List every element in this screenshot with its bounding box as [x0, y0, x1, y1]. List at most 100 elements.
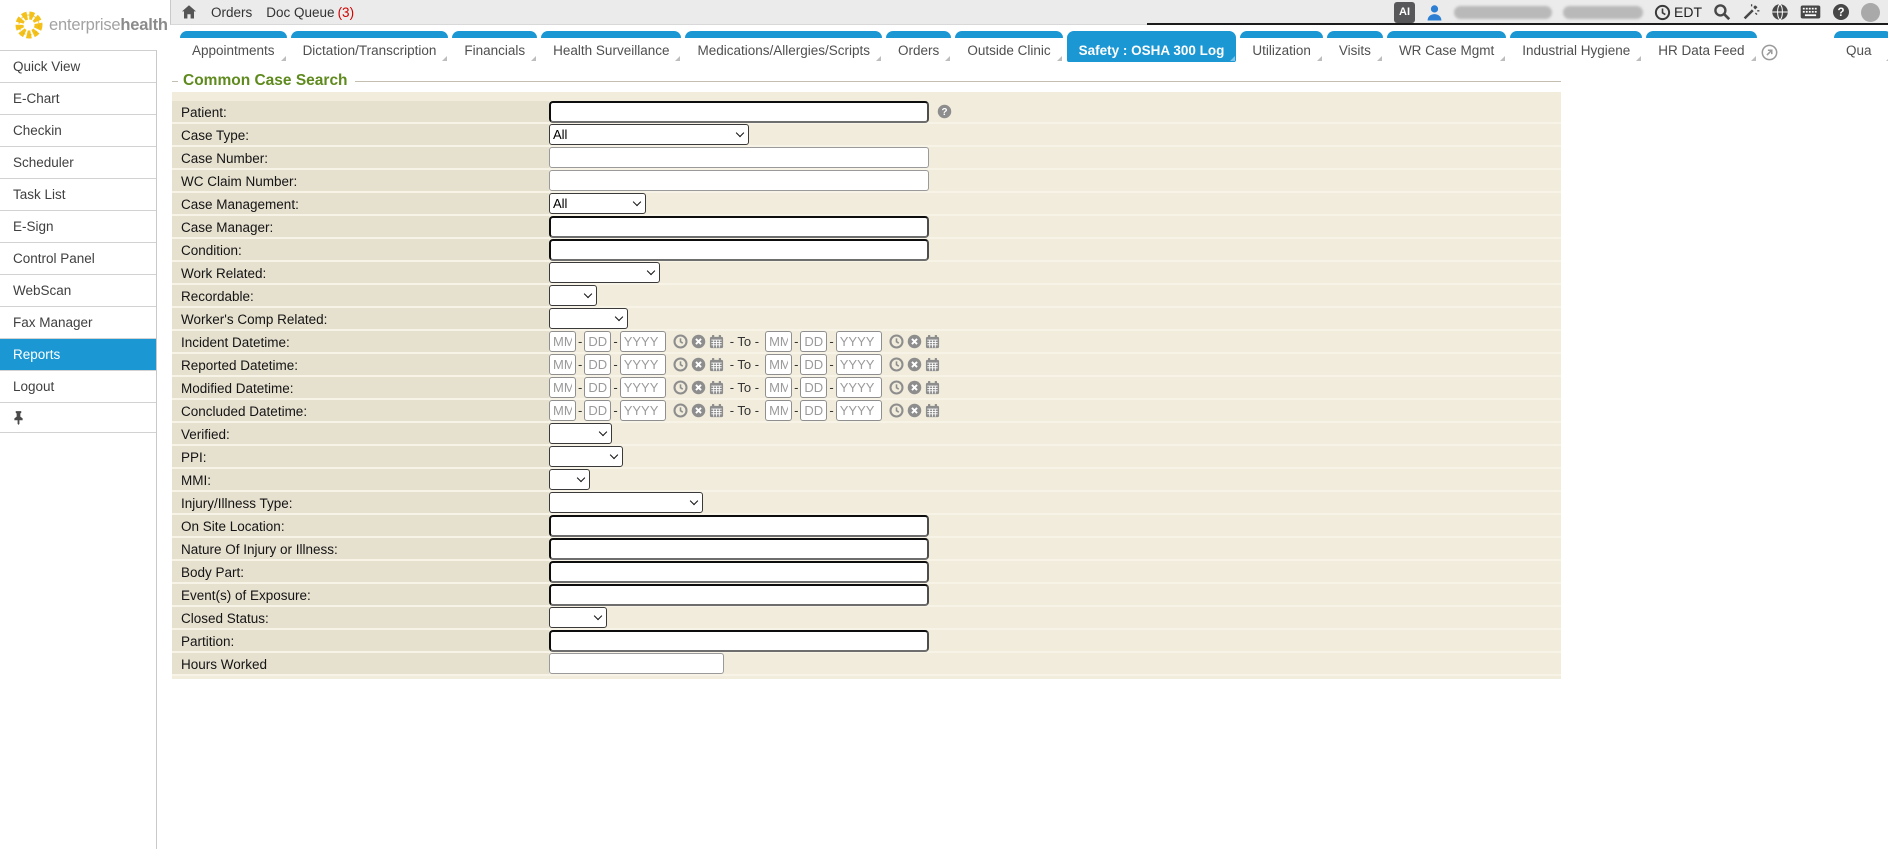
closed-status-select[interactable]	[549, 607, 607, 628]
timezone-indicator[interactable]: EDT	[1654, 4, 1702, 21]
patient-input[interactable]	[549, 101, 929, 123]
body-part-input[interactable]	[549, 561, 929, 583]
magic-wand-icon[interactable]	[1742, 3, 1760, 21]
clock-icon[interactable]	[889, 380, 904, 395]
sidebar-item-logout[interactable]: Logout	[0, 371, 156, 403]
tab-utilization[interactable]: Utilization	[1240, 31, 1323, 62]
case-management-select[interactable]: All	[549, 193, 646, 214]
clock-icon[interactable]	[889, 334, 904, 349]
sidebar-item-fax-manager[interactable]: Fax Manager	[0, 307, 156, 339]
clock-icon[interactable]	[673, 380, 688, 395]
help-icon[interactable]: ?	[1832, 3, 1850, 21]
tab-appointments[interactable]: Appointments	[180, 31, 287, 62]
clock-icon[interactable]	[673, 357, 688, 372]
recordable-select[interactable]	[549, 285, 597, 306]
calendar-icon[interactable]	[925, 357, 940, 372]
avatar[interactable]	[1861, 3, 1880, 22]
clear-icon[interactable]	[907, 380, 922, 395]
modified-datetime-from-dd-input[interactable]	[584, 377, 611, 398]
event-s-of-exposure-input[interactable]	[549, 584, 929, 606]
reported-datetime-from-yyyy-input[interactable]	[620, 354, 666, 375]
clear-icon[interactable]	[907, 403, 922, 418]
calendar-icon[interactable]	[709, 380, 724, 395]
tab-hr-data-feed[interactable]: HR Data Feed	[1646, 31, 1756, 62]
reported-datetime-to-yyyy-input[interactable]	[836, 354, 882, 375]
incident-datetime-to-yyyy-input[interactable]	[836, 331, 882, 352]
tab-safety-osha-300-log[interactable]: Safety : OSHA 300 Log	[1067, 31, 1237, 62]
calendar-icon[interactable]	[925, 334, 940, 349]
case-manager-input[interactable]	[549, 216, 929, 238]
reported-datetime-from-mm-input[interactable]	[549, 354, 576, 375]
sidebar-item-e-chart[interactable]: E-Chart	[0, 83, 156, 115]
field-help-icon[interactable]: ?	[937, 104, 952, 119]
tab-dictation-transcription[interactable]: Dictation/Transcription	[291, 31, 449, 62]
search-icon[interactable]	[1713, 3, 1731, 21]
app-logo[interactable]: enterprisehealth	[0, 0, 170, 50]
globe-icon[interactable]	[1771, 3, 1789, 21]
tab-qua[interactable]: Qua	[1834, 31, 1888, 62]
calendar-icon[interactable]	[709, 357, 724, 372]
worker-s-comp-related-select[interactable]	[549, 308, 628, 329]
tab-industrial-hygiene[interactable]: Industrial Hygiene	[1510, 31, 1642, 62]
clock-icon[interactable]	[889, 357, 904, 372]
wc-claim-number-input[interactable]	[549, 170, 929, 191]
sidebar-item-scheduler[interactable]: Scheduler	[0, 147, 156, 179]
reported-datetime-from-dd-input[interactable]	[584, 354, 611, 375]
on-site-location-input[interactable]	[549, 515, 929, 537]
modified-datetime-to-mm-input[interactable]	[765, 377, 792, 398]
case-type-select[interactable]: All	[549, 124, 749, 145]
nature-of-injury-or-illness-input[interactable]	[549, 538, 929, 560]
sidebar-item-control-panel[interactable]: Control Panel	[0, 243, 156, 275]
incident-datetime-to-dd-input[interactable]	[800, 331, 827, 352]
user-icon[interactable]	[1426, 4, 1443, 21]
sidebar-item-checkin[interactable]: Checkin	[0, 115, 156, 147]
calendar-icon[interactable]	[925, 380, 940, 395]
calendar-icon[interactable]	[709, 334, 724, 349]
concluded-datetime-to-dd-input[interactable]	[800, 400, 827, 421]
clear-icon[interactable]	[907, 334, 922, 349]
modified-datetime-to-dd-input[interactable]	[800, 377, 827, 398]
calendar-icon[interactable]	[925, 403, 940, 418]
concluded-datetime-to-mm-input[interactable]	[765, 400, 792, 421]
tab-health-surveillance[interactable]: Health Surveillance	[541, 31, 681, 62]
reported-datetime-to-dd-input[interactable]	[800, 354, 827, 375]
partition-input[interactable]	[549, 630, 929, 652]
modified-datetime-from-mm-input[interactable]	[549, 377, 576, 398]
sidebar-pin-toggle[interactable]	[0, 403, 156, 433]
tab-outside-clinic[interactable]: Outside Clinic	[955, 31, 1062, 62]
external-link-icon[interactable]	[1761, 44, 1778, 62]
sidebar-item-quick-view[interactable]: Quick View	[0, 51, 156, 83]
clear-icon[interactable]	[907, 357, 922, 372]
keyboard-icon[interactable]	[1800, 5, 1821, 19]
concluded-datetime-to-yyyy-input[interactable]	[836, 400, 882, 421]
nav-doc-queue[interactable]: Doc Queue(3)	[266, 5, 354, 20]
modified-datetime-from-yyyy-input[interactable]	[620, 377, 666, 398]
hours-worked-input[interactable]	[549, 653, 724, 674]
clock-icon[interactable]	[889, 403, 904, 418]
incident-datetime-from-yyyy-input[interactable]	[620, 331, 666, 352]
clear-icon[interactable]	[691, 334, 706, 349]
nav-orders[interactable]: Orders	[211, 5, 252, 20]
ai-badge[interactable]: AI	[1394, 2, 1415, 23]
verified-select[interactable]	[549, 423, 612, 444]
concluded-datetime-from-yyyy-input[interactable]	[620, 400, 666, 421]
modified-datetime-to-yyyy-input[interactable]	[836, 377, 882, 398]
sidebar-item-reports[interactable]: Reports	[0, 339, 156, 371]
work-related-select[interactable]	[549, 262, 660, 283]
tab-orders[interactable]: Orders	[886, 31, 951, 62]
clock-icon[interactable]	[673, 403, 688, 418]
concluded-datetime-from-dd-input[interactable]	[584, 400, 611, 421]
condition-input[interactable]	[549, 239, 929, 261]
tab-medications-allergies-scripts[interactable]: Medications/Allergies/Scripts	[685, 31, 882, 62]
home-icon[interactable]	[181, 4, 197, 20]
injury-illness-type-select[interactable]	[549, 492, 703, 513]
incident-datetime-to-mm-input[interactable]	[765, 331, 792, 352]
sidebar-item-e-sign[interactable]: E-Sign	[0, 211, 156, 243]
concluded-datetime-from-mm-input[interactable]	[549, 400, 576, 421]
clock-icon[interactable]	[673, 334, 688, 349]
sidebar-item-webscan[interactable]: WebScan	[0, 275, 156, 307]
clear-icon[interactable]	[691, 380, 706, 395]
calendar-icon[interactable]	[709, 403, 724, 418]
clear-icon[interactable]	[691, 357, 706, 372]
reported-datetime-to-mm-input[interactable]	[765, 354, 792, 375]
